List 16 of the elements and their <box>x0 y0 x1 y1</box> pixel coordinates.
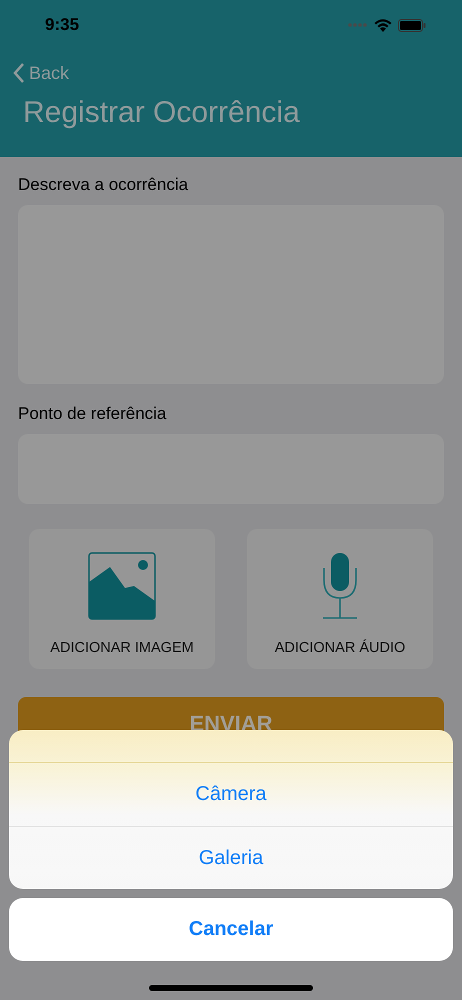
cancel-button[interactable]: Cancelar <box>9 898 453 961</box>
attachment-button[interactable]: ADICIONAR IMAGEM <box>29 529 215 669</box>
sheet-option[interactable]: Câmera <box>9 763 453 826</box>
signal-icon <box>348 23 368 27</box>
status-time: 9:35 <box>45 15 80 35</box>
image-icon <box>88 552 156 620</box>
sheet-option[interactable]: Galeria <box>9 826 453 889</box>
wifi-icon <box>374 18 392 32</box>
screen-title: Registrar Ocorrência <box>23 96 301 130</box>
chevron-left-icon <box>13 62 25 84</box>
battery-icon <box>398 18 426 32</box>
field-label: Ponto de referência <box>18 404 168 424</box>
microphone-icon <box>322 552 358 620</box>
field-label: Descreva a ocorrência <box>18 175 190 195</box>
attachment-button[interactable]: ADICIONAR ÁUDIO <box>247 529 433 669</box>
back-button[interactable]: Back <box>13 62 70 84</box>
